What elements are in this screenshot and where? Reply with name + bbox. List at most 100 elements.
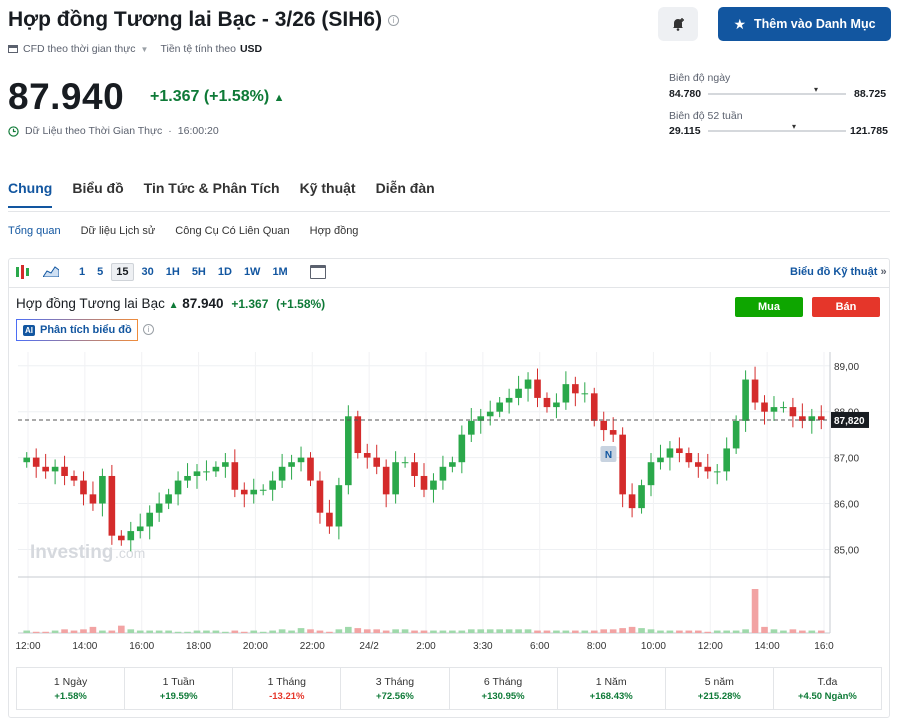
volume-bar [174,631,182,633]
volume-bar [751,589,759,633]
candle-body [562,384,570,403]
volume-bar [600,629,608,633]
volume-bar [203,630,210,633]
volume-bar [808,630,816,633]
candle-body [486,411,494,417]
performance-period: 3 Tháng [375,676,415,688]
performance-cell: 1 Tháng -13.21% [233,668,342,709]
candle-body [572,384,579,394]
volume-bar [486,629,494,633]
volume-bar [817,630,825,633]
performance-value: +4.50 Ngàn% [798,691,857,702]
performance-value: -13.21% [269,691,305,702]
volume-bar [307,629,314,633]
x-tick-label: 16:00 [129,641,154,652]
y-tick-label: 87,00 [834,454,859,465]
volume-bar [449,630,456,633]
candle-body [70,475,78,481]
x-tick-label: 12:00 [15,641,40,652]
x-tick-label: 18:00 [186,641,211,652]
volume-bar [354,628,362,633]
candle-body [80,480,87,495]
volume-bar [543,630,551,633]
x-tick-label: 12:00 [698,641,723,652]
volume-bar [127,629,135,633]
candle-body [401,462,409,464]
volume-bar [799,630,806,633]
volume-bar [297,628,305,633]
candle-body [467,420,475,435]
volume-bar [278,629,286,633]
performance-cell: 5 năm +215.28% [666,668,774,709]
x-tick-label: 16:0 [814,641,834,652]
candle-body [32,457,40,467]
performance-period: 1 Ngày [53,676,88,688]
candle-body [307,457,314,481]
candle-body [250,489,258,495]
candle-body [23,457,31,463]
candle-body [732,420,740,449]
x-tick-label: 2:00 [416,641,436,652]
candle-body [231,462,239,490]
candle-body [288,462,295,467]
volume-bar [326,631,333,633]
volume-bar [666,630,674,633]
volume-bar [515,629,522,633]
candle-body [742,379,749,421]
candle-body [496,402,503,412]
volume-bar [61,629,68,633]
candle-body [269,480,276,490]
performance-value: +215.28% [697,691,741,702]
performance-value: +168.43% [589,691,633,702]
candle-body [505,397,513,403]
volume-bar [789,629,797,633]
volume-bar [647,629,655,633]
candle-body [685,453,693,463]
candle-body [382,466,390,495]
volume-bar [345,626,352,633]
volume-bar [685,630,693,633]
last-price-label: 87,820 [834,416,865,427]
y-tick-label: 89,00 [834,362,859,373]
price-chart[interactable]: 89,0088,0087,0086,0085,0012:0014:0016:00… [0,0,902,723]
x-tick-label: 6:00 [530,641,550,652]
volume-bar [713,630,721,633]
x-tick-label: 10:00 [641,641,666,652]
volume-bar [222,631,229,633]
candle-body [713,471,721,473]
volume-bar [146,630,154,633]
volume-bar [335,629,343,633]
candle-body [657,457,664,463]
volume-bar [572,630,579,633]
performance-period: T.đa [817,676,838,688]
volume-bar [155,630,163,633]
volume-bar [496,629,503,633]
performance-cell: 3 Tháng +72.56% [341,668,450,709]
candle-body [316,480,324,513]
candle-body [619,434,626,495]
volume-bar [770,629,778,633]
candle-body [193,471,201,476]
volume-bar [269,630,276,633]
volume-bar [562,630,570,633]
y-tick-label: 86,00 [834,500,859,511]
volume-bar [761,626,768,633]
candle-body [354,416,362,454]
investing-watermark: Investing [30,542,113,563]
candle-body [345,416,352,486]
candle-body [770,407,778,412]
volume-bar [259,631,267,633]
performance-period: 6 Tháng [483,676,523,688]
candle-body [439,466,447,481]
x-tick-label: 20:00 [243,641,268,652]
candle-body [628,494,636,509]
candle-body [534,379,541,398]
volume-bar [609,629,617,633]
candle-body [222,462,229,467]
candle-body [609,430,617,435]
performance-cell: 1 Tuần +19.59% [125,668,234,709]
candle-body [184,475,191,481]
volume-bar [51,630,59,633]
performance-period: 1 Tuần [162,676,195,688]
candle-body [89,494,97,504]
